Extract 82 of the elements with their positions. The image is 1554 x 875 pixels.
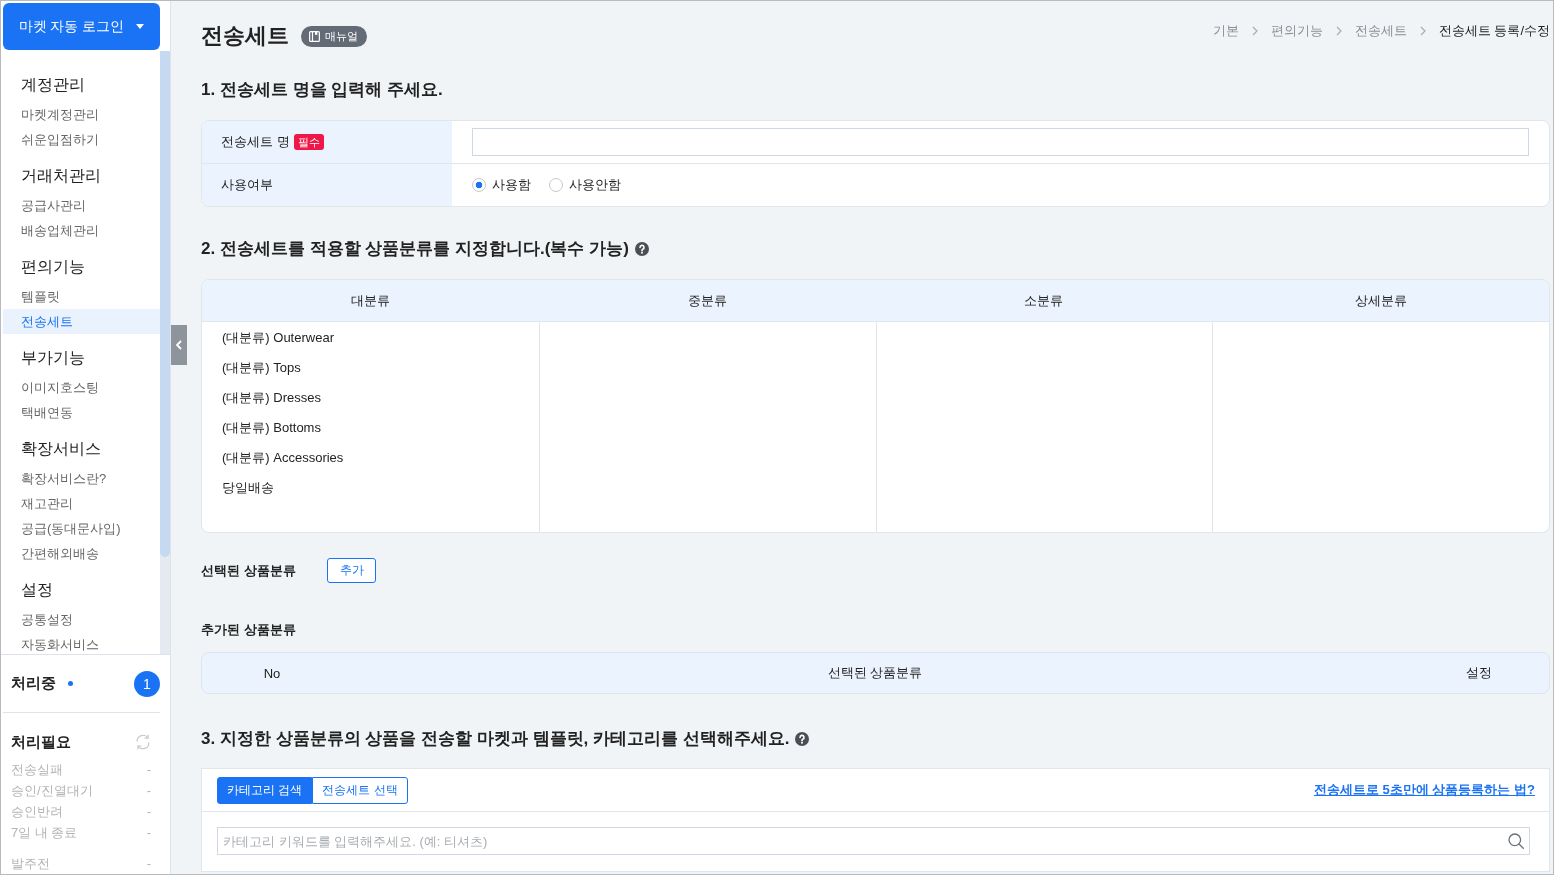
category-item[interactable]: (대분류) Dresses <box>202 383 539 413</box>
column-header: 선택된 상품분류 <box>826 664 924 682</box>
section-heading: 3. 지정한 상품분류의 상품을 전송할 마켓과 템플릿, 카테고리를 선택해주세요. <box>201 729 790 749</box>
status-label: 7일 내 종료 <box>11 824 78 842</box>
book-icon <box>309 30 320 42</box>
column-header: 소분류 <box>1024 291 1064 310</box>
column-header: 설정 <box>1464 664 1493 682</box>
category-item[interactable]: (대분류) Bottoms <box>202 413 539 443</box>
help-icon[interactable] <box>795 732 810 746</box>
nav-item[interactable]: 자동화서비스 <box>3 632 160 654</box>
manual-button[interactable]: 매뉴얼 <box>301 25 367 47</box>
status-label: 전송실패 <box>11 761 63 779</box>
category-item[interactable]: (대분류) Tops <box>202 353 539 383</box>
nav-group-title: 거래처관리 <box>20 166 102 186</box>
nav-group-title: 설정 <box>20 580 54 600</box>
nav-item[interactable]: 재고관리 <box>3 491 160 516</box>
status-label: 승인반려 <box>11 803 63 821</box>
status-label: 발주전 <box>11 855 50 873</box>
status-count: - <box>146 761 151 779</box>
nav-item[interactable]: 이미지호스팅 <box>3 375 160 400</box>
added-categories-label: 추가된 상품분류 <box>201 621 297 639</box>
section-heading: 1. 전송세트 명을 입력해 주세요. <box>201 80 443 100</box>
nav-group-title: 부가기능 <box>20 348 86 368</box>
radio-button[interactable] <box>549 178 563 192</box>
breadcrumb-link[interactable]: 전송세트 등록/수정 <box>1438 22 1550 40</box>
status-dot-icon <box>68 681 73 686</box>
status-count: - <box>146 803 151 821</box>
nav-item[interactable]: 템플릿 <box>3 284 160 309</box>
needs-action-title: 처리필요 <box>11 732 71 752</box>
count-badge: 1 <box>134 670 160 697</box>
nav-item[interactable]: 배송업체관리 <box>3 218 160 243</box>
selected-categories-label: 선택된 상품분류 <box>201 561 297 580</box>
column-header: 중분류 <box>687 291 727 310</box>
add-button[interactable]: 추가 <box>327 558 376 583</box>
chevron-right-icon <box>1251 26 1258 36</box>
nav-item[interactable]: 전송세트 <box>3 309 160 334</box>
nav-group-title: 편의기능 <box>20 257 86 277</box>
chevron-right-icon <box>1335 26 1342 36</box>
scrollbar-track[interactable] <box>160 51 170 654</box>
text-field[interactable] <box>472 128 1529 156</box>
tab[interactable]: 카테고리 검색 <box>217 776 313 804</box>
nav-group-title: 확장서비스 <box>20 439 102 459</box>
status-label: 승인/진열대기 <box>11 782 93 800</box>
nav-item[interactable]: 확장서비스란? <box>3 466 160 491</box>
nav-item[interactable]: 쉬운입점하기 <box>3 127 160 152</box>
help-link[interactable]: 전송세트로 5초만에 상품등록하는 법? <box>1314 781 1535 799</box>
column-header: No <box>262 664 282 683</box>
radio-label[interactable]: 사용안함 <box>569 176 621 194</box>
collapse-button[interactable] <box>171 325 187 365</box>
tab[interactable]: 전송세트 선택 <box>312 776 408 804</box>
login-button[interactable]: 마켓 자동 로그인 <box>3 3 160 50</box>
category-item[interactable]: (대분류) Accessories <box>202 443 539 473</box>
help-icon[interactable] <box>634 242 649 256</box>
category-item[interactable]: 당일배송 <box>202 473 539 503</box>
chevron-left-icon <box>176 340 182 350</box>
column-header: 대분류 <box>350 291 390 310</box>
section-heading: 2. 전송세트를 적용할 상품분류를 지정합니다.(복수 가능) <box>201 239 629 259</box>
refresh-icon[interactable] <box>134 733 152 751</box>
field-label: 전송세트 명 <box>221 133 290 151</box>
search-icon[interactable] <box>1508 833 1524 849</box>
processing-title: 처리중 <box>11 674 56 693</box>
status-count: - <box>146 855 151 873</box>
nav-item[interactable]: 공급사관리 <box>3 193 160 218</box>
radio-label[interactable]: 사용함 <box>492 176 531 194</box>
category-item[interactable]: (대분류) Outerwear <box>202 323 539 353</box>
nav-item[interactable]: 택배연동 <box>3 400 160 425</box>
radio-button[interactable] <box>472 178 486 192</box>
status-count: - <box>146 824 151 842</box>
search-field[interactable]: 카테고리 키워드를 입력해주세요. (예: 티셔츠) <box>217 827 1530 855</box>
status-count: - <box>146 782 151 800</box>
nav-item[interactable]: 간편해외배송 <box>3 541 160 566</box>
nav-item[interactable]: 마켓계정관리 <box>3 102 160 127</box>
column-header: 상세분류 <box>1354 291 1407 310</box>
page-title: 전송세트 <box>201 22 289 50</box>
nav-item[interactable]: 공급(동대문사입) <box>3 516 160 541</box>
field-label: 사용여부 <box>221 176 273 194</box>
nav-group-title: 계정관리 <box>20 75 86 95</box>
caret-icon <box>136 24 145 29</box>
nav-item[interactable]: 공통설정 <box>3 607 160 632</box>
chevron-right-icon <box>1419 26 1426 36</box>
required-badge: 필수 <box>293 134 324 150</box>
scrollbar-thumb[interactable] <box>160 51 170 557</box>
